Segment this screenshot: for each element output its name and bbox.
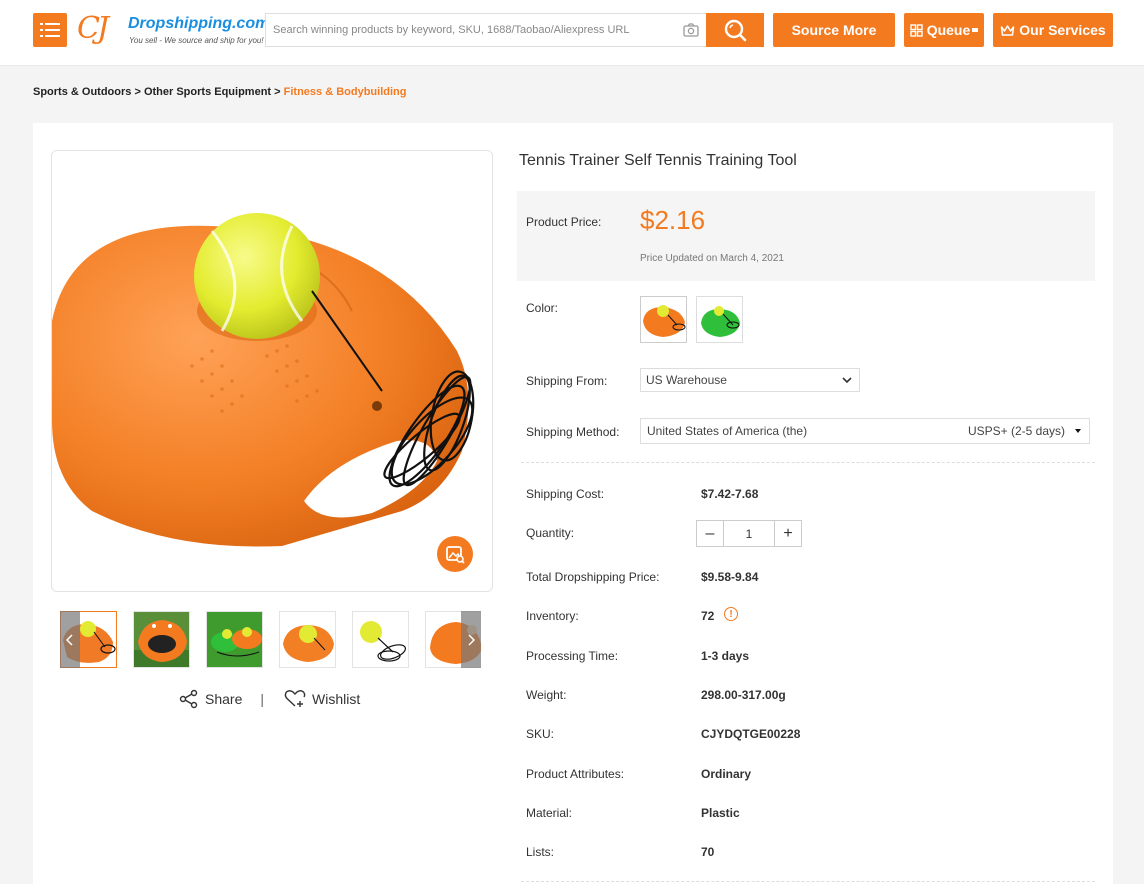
crown-icon (1001, 24, 1015, 36)
logo-tagline: You sell - We source and ship for you! (129, 36, 264, 45)
material-value: Plastic (701, 806, 740, 820)
share-button[interactable]: Share (205, 691, 242, 707)
thumb-next-arrow[interactable] (461, 611, 481, 668)
image-search-icon (446, 546, 465, 564)
shipping-country: United States of America (the) (647, 424, 808, 438)
shipping-cost-value: $7.42-7.68 (701, 487, 759, 501)
weight-label: Weight: (526, 688, 567, 702)
quantity-label: Quantity: (526, 526, 575, 540)
queue-indicator (972, 28, 979, 32)
divider: | (260, 691, 264, 707)
shipping-method-select[interactable]: United States of America (the) USPS+ (2-… (640, 418, 1090, 444)
material-label: Material: (526, 806, 573, 820)
queue-button[interactable]: Queue (904, 13, 984, 47)
search-button[interactable] (706, 13, 764, 47)
breadcrumb-link-equipment[interactable]: Other Sports Equipment (144, 86, 271, 98)
heart-plus-icon (284, 690, 306, 707)
sku-value: CJYDQTGE00228 (701, 727, 801, 741)
logo-mark: CJ (77, 11, 109, 46)
product-panel: Share | Wishlist Tennis Trainer Self Ten… (33, 123, 1113, 884)
grid-icon (910, 23, 923, 37)
chevron-right-icon (468, 633, 475, 646)
thumb-prev-arrow[interactable] (60, 611, 80, 668)
logo-name: Dropshipping.com (128, 15, 270, 32)
shipping-cost-label: Shipping Cost: (526, 487, 605, 501)
thumbnail-4[interactable] (279, 611, 336, 668)
list-menu-icon (40, 23, 60, 37)
quantity-increase-button[interactable]: + (775, 521, 801, 546)
search-icon (724, 19, 747, 42)
lists-value: 70 (701, 845, 715, 859)
wishlist-button[interactable]: Wishlist (312, 691, 360, 707)
product-attributes-label: Product Attributes: (526, 767, 625, 781)
divider-line (521, 881, 1095, 882)
lists-label: Lists: (526, 845, 555, 859)
tennis-trainer-image (52, 213, 475, 547)
share-wishlist-row: Share | Wishlist (179, 688, 360, 710)
shipping-from-label: Shipping From: (526, 374, 608, 388)
zoom-image-button[interactable] (437, 536, 473, 572)
breadcrumb-link-sports[interactable]: Sports & Outdoors (33, 86, 131, 98)
site-logo[interactable]: CJ Dropshipping.com You sell - We source… (77, 11, 269, 51)
breadcrumb-separator: > (134, 86, 141, 98)
price-box: Product Price: $2.16 Price Updated on Ma… (517, 191, 1095, 281)
product-attributes-value: Ordinary (701, 767, 752, 781)
menu-button[interactable] (33, 13, 67, 47)
price-label: Product Price: (526, 215, 602, 229)
quantity-input[interactable]: 1 (723, 521, 775, 546)
sku-label: SKU: (526, 727, 555, 741)
color-label: Color: (526, 301, 559, 315)
our-services-button[interactable]: Our Services (993, 13, 1113, 47)
product-title: Tennis Trainer Self Tennis Training Tool (519, 152, 797, 169)
thumbnail-2[interactable] (133, 611, 190, 668)
shipping-method-label: Shipping Method: (526, 425, 620, 439)
breadcrumb-current[interactable]: Fitness & Bodybuilding (284, 86, 407, 98)
price-updated-text: Price Updated on March 4, 2021 (640, 253, 784, 264)
chevron-left-icon (66, 633, 73, 646)
thumbnail-3[interactable] (206, 611, 263, 668)
thumbnail-5[interactable] (352, 611, 409, 668)
total-price-label: Total Dropshipping Price: (526, 570, 660, 584)
source-more-button[interactable]: Source More (773, 13, 895, 47)
inventory-info-icon[interactable]: ! (724, 607, 738, 621)
camera-icon[interactable] (683, 23, 699, 37)
share-icon (179, 689, 198, 709)
divider-line (521, 462, 1095, 463)
weight-value: 298.00-317.00g (701, 688, 786, 702)
processing-time-value: 1-3 days (701, 649, 750, 663)
search-input[interactable] (266, 14, 666, 46)
caret-down-icon (1075, 429, 1081, 433)
source-more-label: Source More (791, 22, 877, 38)
processing-time-label: Processing Time: (526, 649, 619, 663)
shipping-method-value: USPS+ (2-5 days) (967, 424, 1065, 438)
inventory-label: Inventory: (526, 609, 579, 623)
thumbnail-strip (60, 611, 481, 668)
our-services-label: Our Services (1019, 22, 1106, 38)
total-price-value: $9.58-9.84 (701, 570, 759, 584)
shipping-from-select[interactable]: US Warehouse (640, 368, 860, 392)
color-swatch-green[interactable] (696, 296, 743, 343)
product-price: $2.16 (640, 205, 706, 235)
breadcrumb: Sports & Outdoors > Other Sports Equipme… (33, 86, 406, 98)
inventory-value: 72 (701, 609, 715, 623)
color-swatch-orange[interactable] (640, 296, 687, 343)
breadcrumb-separator: > (274, 86, 281, 98)
chevron-down-icon (842, 377, 852, 384)
shipping-from-value: US Warehouse (646, 373, 727, 387)
search-box (265, 13, 707, 47)
site-header: CJ Dropshipping.com You sell - We source… (0, 0, 1144, 66)
quantity-stepper: – 1 + (696, 520, 802, 547)
main-product-image[interactable] (51, 150, 493, 592)
quantity-decrease-button[interactable]: – (697, 521, 723, 546)
queue-label: Queue (926, 22, 971, 38)
